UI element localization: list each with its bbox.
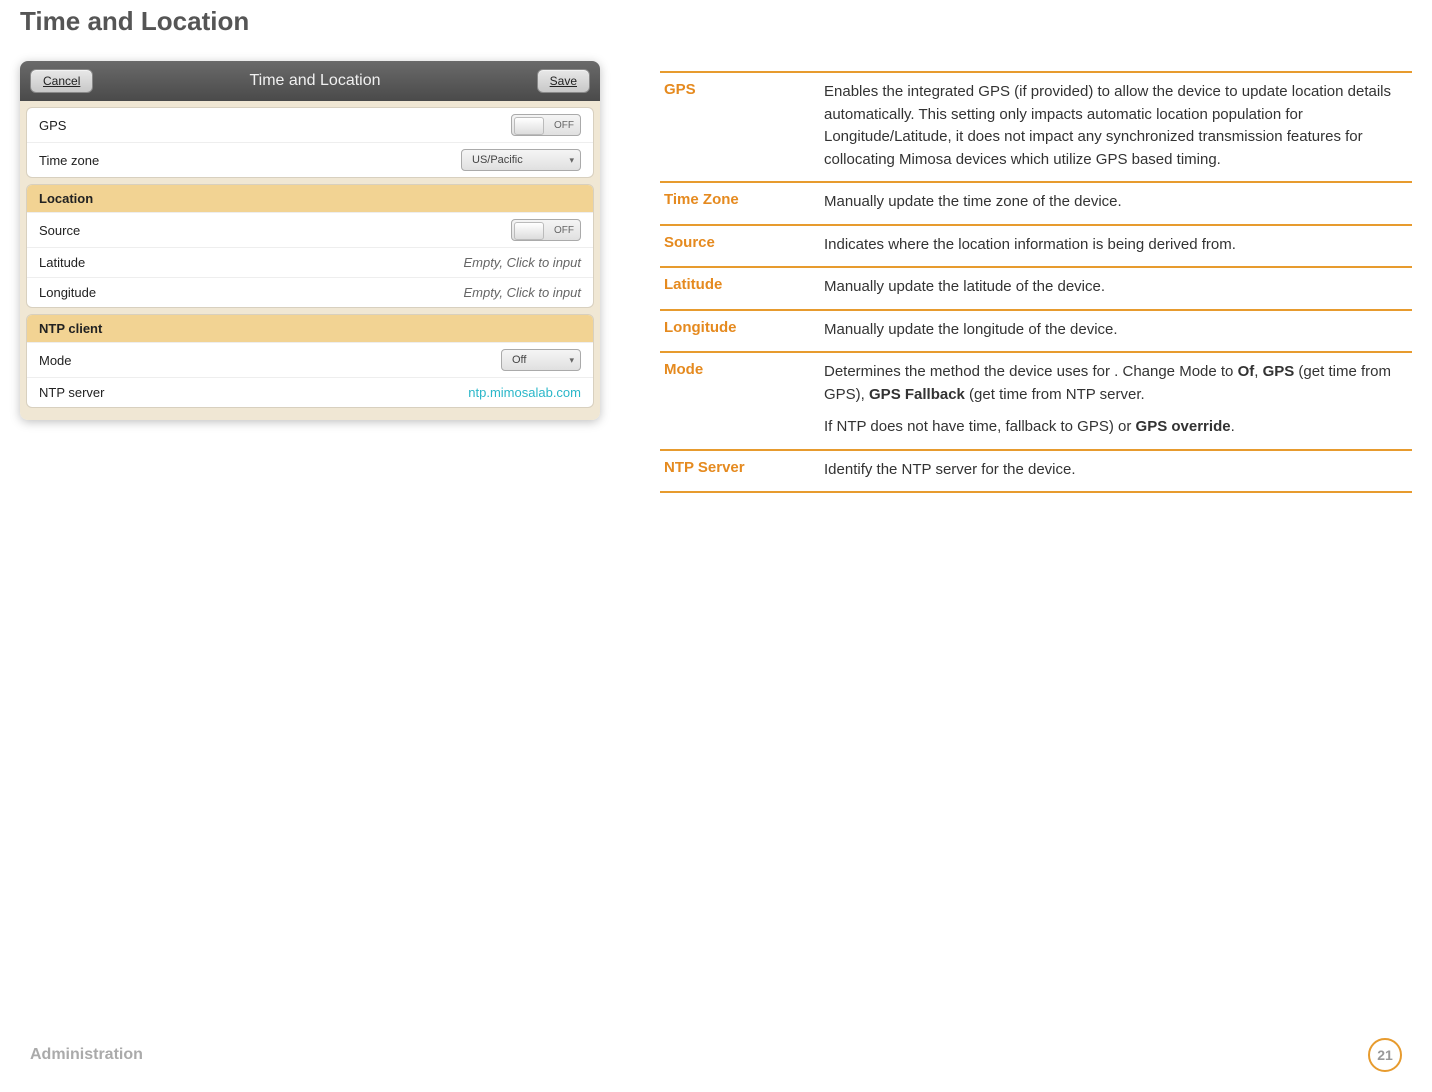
settings-panel: Cancel Time and Location Save GPS OFF [20, 61, 600, 420]
definition-term: Latitude [664, 276, 804, 299]
definition-row: Time Zone Manually update the time zone … [660, 181, 1412, 224]
location-header: Location [27, 185, 593, 212]
gps-label: GPS [39, 118, 66, 133]
latitude-label: Latitude [39, 255, 85, 270]
definition-desc: Indicates where the location information… [824, 234, 1408, 257]
definition-row: GPS Enables the integrated GPS (if provi… [660, 71, 1412, 181]
mode-select-value: Off [512, 354, 526, 366]
cancel-button[interactable]: Cancel [30, 69, 93, 93]
definition-row: Mode Determines the method the device us… [660, 351, 1412, 449]
definition-term: Source [664, 234, 804, 257]
ntp-header: NTP client [27, 315, 593, 342]
chevron-updown-icon: ▾ [569, 155, 574, 166]
panel-title: Time and Location [93, 72, 536, 90]
definition-row: Longitude Manually update the longitude … [660, 309, 1412, 352]
definition-desc: Enables the integrated GPS (if provided)… [824, 81, 1408, 171]
longitude-label: Longitude [39, 285, 96, 300]
definition-row: NTP Server Identify the NTP server for t… [660, 449, 1412, 494]
page-footer: Administration 21 [0, 1038, 1432, 1072]
panel-header: Cancel Time and Location Save [20, 61, 600, 101]
definition-desc: Manually update the latitude of the devi… [824, 276, 1408, 299]
definition-row: Source Indicates where the location info… [660, 224, 1412, 267]
source-label: Source [39, 223, 80, 238]
footer-section-label: Administration [30, 1046, 143, 1064]
mode-label: Mode [39, 353, 72, 368]
timezone-label: Time zone [39, 153, 99, 168]
latitude-input[interactable]: Empty, Click to input [463, 255, 581, 270]
source-toggle[interactable]: OFF [511, 219, 581, 241]
ntp-server-label: NTP server [39, 385, 105, 400]
save-button[interactable]: Save [537, 69, 590, 93]
definition-desc: Manually update the time zone of the dev… [824, 191, 1408, 214]
longitude-input[interactable]: Empty, Click to input [463, 285, 581, 300]
timezone-select[interactable]: US/Pacific ▾ [461, 149, 581, 171]
page-title: Time and Location [20, 6, 1412, 37]
page-number-badge: 21 [1368, 1038, 1402, 1072]
definition-term: Mode [664, 361, 804, 439]
ntp-server-input[interactable]: ntp.mimosalab.com [468, 385, 581, 400]
timezone-select-value: US/Pacific [472, 154, 523, 166]
definition-term: Longitude [664, 319, 804, 342]
definitions-table: GPS Enables the integrated GPS (if provi… [660, 71, 1412, 493]
gps-toggle-value: OFF [554, 120, 574, 131]
chevron-updown-icon: ▾ [569, 355, 574, 366]
definition-term: GPS [664, 81, 804, 171]
definition-row: Latitude Manually update the latitude of… [660, 266, 1412, 309]
definition-desc: Identify the NTP server for the device. [824, 459, 1408, 482]
definition-term: Time Zone [664, 191, 804, 214]
definition-desc: Determines the method the device uses fo… [824, 361, 1408, 439]
definition-desc: Manually update the longitude of the dev… [824, 319, 1408, 342]
gps-toggle[interactable]: OFF [511, 114, 581, 136]
source-toggle-value: OFF [554, 225, 574, 236]
definition-term: NTP Server [664, 459, 804, 482]
mode-select[interactable]: Off ▾ [501, 349, 581, 371]
